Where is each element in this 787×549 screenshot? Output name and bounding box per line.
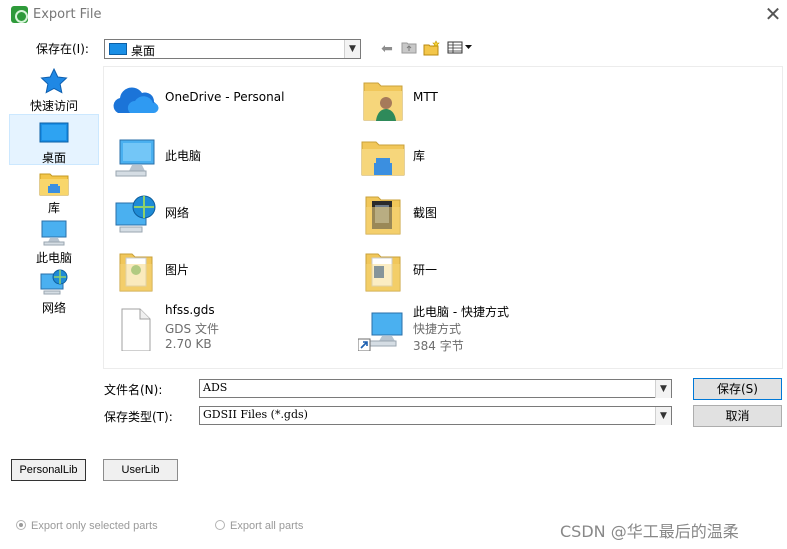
- computer-icon: [115, 139, 155, 177]
- user-folder-icon: [363, 82, 403, 121]
- radio-selected-parts[interactable]: Export only selected parts: [16, 520, 158, 532]
- place-label: 桌面: [41, 151, 66, 165]
- network-icon: [115, 195, 156, 233]
- title-bar: Export File ✕: [0, 0, 787, 30]
- library-icon: [361, 141, 405, 176]
- list-item-yanyi[interactable]: 研一: [354, 246, 599, 296]
- up-folder-icon[interactable]: [401, 40, 417, 58]
- list-item-hfss-gds[interactable]: hfss.gds GDS 文件 2.70 KB: [106, 303, 351, 353]
- file-name: 此电脑: [165, 149, 202, 163]
- desktop-icon: [39, 122, 69, 143]
- back-arrow-icon[interactable]: ⬅: [379, 40, 395, 58]
- save-in-dropdown[interactable]: 桌面 ▼: [104, 39, 361, 59]
- place-network[interactable]: 网络: [9, 269, 99, 317]
- file-type: GDS 文件: [165, 322, 219, 336]
- computer-icon: [41, 220, 67, 246]
- radio-icon: [215, 520, 225, 530]
- file-name: 截图: [413, 206, 438, 220]
- folder-icon: [119, 253, 153, 292]
- app-logo-icon: [11, 6, 28, 23]
- shortcut-icon: [358, 312, 403, 351]
- watermark: CSDN @华工最后的温柔: [560, 522, 739, 541]
- save-button[interactable]: 保存(S): [693, 378, 782, 400]
- list-item-this-pc[interactable]: 此电脑: [106, 132, 351, 182]
- place-label: 快速访问: [29, 99, 78, 113]
- file-name: hfss.gds: [165, 303, 215, 317]
- place-this-pc[interactable]: 此电脑: [9, 219, 99, 267]
- list-item-screenshots[interactable]: 截图: [354, 189, 599, 239]
- list-item-mtt[interactable]: MTT: [354, 75, 599, 125]
- place-quick-access[interactable]: 快速访问: [9, 67, 99, 117]
- list-item-network[interactable]: 网络: [106, 189, 351, 239]
- file-list[interactable]: OneDrive - Personal MTT 此电脑 库 网络 截图 图片 研…: [103, 66, 783, 369]
- user-lib-button[interactable]: UserLib: [103, 459, 178, 481]
- file-name: OneDrive - Personal: [165, 90, 285, 104]
- place-library[interactable]: 库: [9, 169, 99, 217]
- folder-icon: [365, 196, 401, 235]
- desktop-icon: [109, 43, 127, 55]
- file-name: 库: [413, 149, 426, 163]
- filetype-select[interactable]: GDSII Files (*.gds) ▼: [199, 406, 672, 425]
- save-in-label: 保存在(I):: [36, 42, 89, 56]
- chevron-down-icon[interactable]: ▼: [344, 40, 360, 58]
- new-folder-icon[interactable]: [423, 40, 441, 58]
- folder-icon: [365, 253, 401, 292]
- network-icon: [40, 269, 68, 295]
- chevron-down-icon[interactable]: ▼: [655, 380, 671, 398]
- filename-label: 文件名(N):: [104, 383, 163, 397]
- onedrive-cloud-icon: [113, 87, 159, 113]
- file-name: 研一: [413, 263, 438, 277]
- file-type: 快捷方式: [413, 322, 462, 336]
- list-item-library[interactable]: 库: [354, 132, 599, 182]
- file-icon: [121, 308, 151, 351]
- filename-field[interactable]: ADS ▼: [199, 379, 672, 398]
- filetype-value: GDSII Files (*.gds): [203, 408, 308, 421]
- list-item-pictures[interactable]: 图片: [106, 246, 351, 296]
- star-icon: [40, 67, 68, 94]
- file-name: 图片: [165, 263, 190, 277]
- place-desktop[interactable]: 桌面: [9, 114, 99, 165]
- file-size: 2.70 KB: [165, 337, 212, 351]
- place-label: 此电脑: [35, 251, 72, 265]
- file-size: 384 字节: [413, 339, 464, 353]
- view-menu-icon[interactable]: [447, 40, 475, 58]
- radio-label: Export only selected parts: [31, 520, 158, 532]
- file-name: 网络: [165, 206, 190, 220]
- personal-lib-button[interactable]: PersonalLib: [11, 459, 86, 481]
- radio-all-parts[interactable]: Export all parts: [215, 520, 303, 532]
- chevron-down-icon[interactable]: ▼: [655, 407, 671, 425]
- save-in-value: 桌面: [131, 44, 156, 58]
- list-item-shortcut[interactable]: 此电脑 - 快捷方式 快捷方式 384 字节: [354, 303, 599, 353]
- places-bar: 快速访问 桌面 库 此电脑 网络: [9, 65, 99, 330]
- file-name: MTT: [413, 90, 438, 104]
- window-title: Export File: [33, 7, 102, 22]
- radio-label: Export all parts: [230, 520, 304, 532]
- radio-icon: [16, 520, 26, 530]
- cancel-button[interactable]: 取消: [693, 405, 782, 427]
- list-item-onedrive[interactable]: OneDrive - Personal: [106, 75, 351, 125]
- place-label: 库: [47, 201, 60, 215]
- file-name: 此电脑 - 快捷方式: [413, 305, 509, 319]
- close-icon[interactable]: ✕: [762, 4, 784, 26]
- filetype-label: 保存类型(T):: [104, 410, 173, 424]
- library-icon: [39, 173, 69, 196]
- filename-value: ADS: [203, 381, 228, 394]
- place-label: 网络: [41, 301, 66, 315]
